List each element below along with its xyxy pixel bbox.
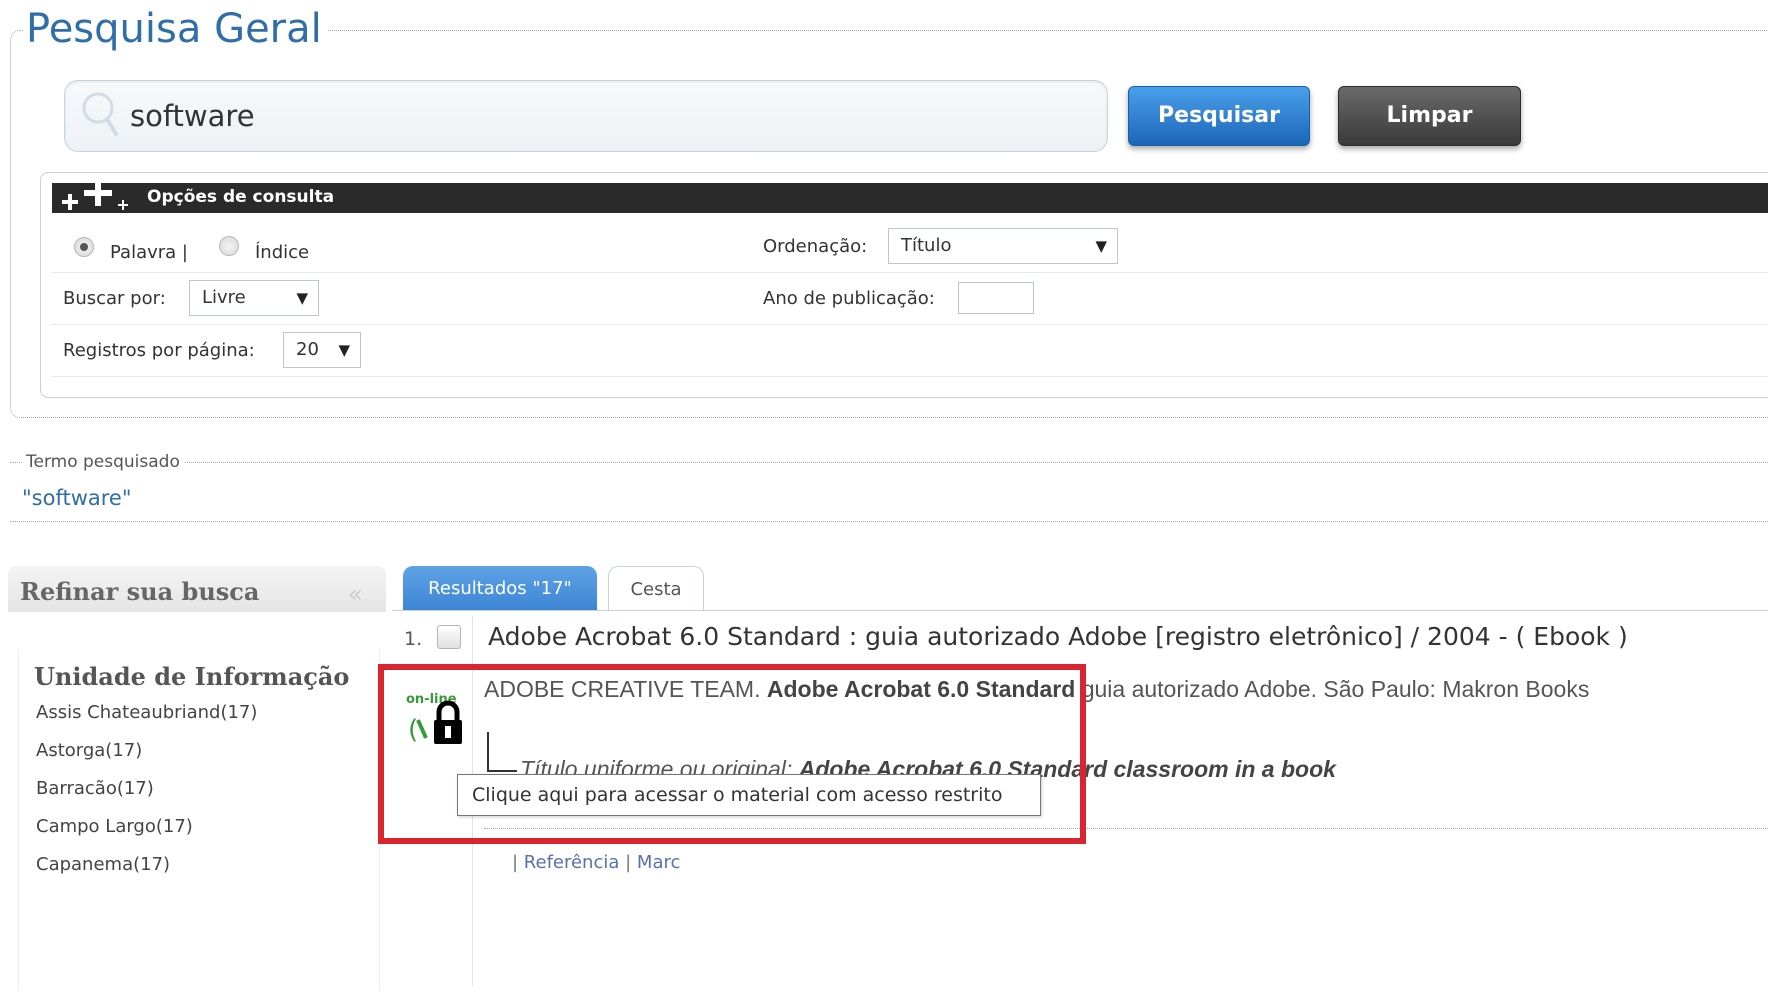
result-author-rest: guia autorizado Adobe. São Paulo: Makron…	[1081, 676, 1590, 702]
radio-index-label: Índice	[255, 242, 310, 263]
term-fieldset	[10, 462, 1768, 522]
result-checkbox[interactable]	[437, 625, 461, 649]
search-by-select[interactable]: Livre ▼	[189, 280, 319, 316]
per-page-select[interactable]: 20 ▼	[283, 332, 361, 368]
sidebar-item-unit[interactable]: Campo Largo(17)	[36, 816, 193, 837]
per-page-label: Registros por página:	[63, 340, 255, 361]
sidebar-item-unit[interactable]: Capanema(17)	[36, 854, 170, 875]
unit-section-title: Unidade de Informação	[34, 662, 350, 691]
tab-results[interactable]: Resultados "17"	[403, 566, 597, 610]
expand-plus-icon[interactable]	[58, 180, 134, 214]
year-field[interactable]	[958, 282, 1034, 314]
clear-button[interactable]: Limpar	[1338, 86, 1521, 146]
search-by-value: Livre	[202, 287, 246, 308]
result-title[interactable]: Adobe Acrobat 6.0 Standard : guia autori…	[488, 622, 1628, 651]
row-divider	[52, 324, 1768, 325]
options-title: Opções de consulta	[147, 187, 335, 207]
search-icon	[82, 92, 118, 136]
dropdown-arrow-icon: ▼	[338, 341, 350, 359]
search-input[interactable]	[130, 96, 1030, 136]
reference-link[interactable]: Referência	[524, 852, 620, 873]
row-divider	[52, 376, 1768, 377]
order-label: Ordenação:	[763, 236, 868, 257]
search-legend: Pesquisa Geral	[24, 6, 328, 52]
refine-title: Refinar sua busca	[20, 577, 260, 606]
search-button[interactable]: Pesquisar	[1128, 86, 1310, 146]
result-links: | Referência | Marc	[512, 852, 681, 873]
dropdown-arrow-icon: ▼	[1095, 237, 1107, 255]
sidebar-item-unit[interactable]: Barracão(17)	[36, 778, 154, 799]
year-label: Ano de publicação:	[763, 288, 935, 309]
marc-link[interactable]: Marc	[637, 852, 680, 873]
tab-basket[interactable]: Cesta	[608, 566, 704, 611]
collapse-icon[interactable]: «	[348, 580, 363, 608]
term-legend: Termo pesquisado	[22, 452, 184, 472]
order-select-value: Título	[901, 235, 952, 256]
row-divider	[52, 272, 1768, 273]
order-select[interactable]: Título ▼	[888, 228, 1118, 264]
sidebar-item-unit[interactable]: Astorga(17)	[36, 740, 142, 761]
radio-word-label: Palavra |	[110, 242, 188, 263]
radio-index[interactable]	[219, 236, 239, 256]
term-value: "software"	[22, 486, 132, 510]
dropdown-arrow-icon: ▼	[296, 289, 308, 307]
per-page-value: 20	[296, 339, 319, 360]
radio-word[interactable]	[74, 237, 94, 257]
result-number: 1.	[404, 628, 423, 650]
tab-underline	[392, 610, 1768, 611]
sidebar-item-unit[interactable]: Assis Chateaubriand(17)	[36, 702, 257, 723]
highlight-annotation-box	[378, 664, 1086, 844]
search-by-label: Buscar por:	[63, 288, 166, 309]
